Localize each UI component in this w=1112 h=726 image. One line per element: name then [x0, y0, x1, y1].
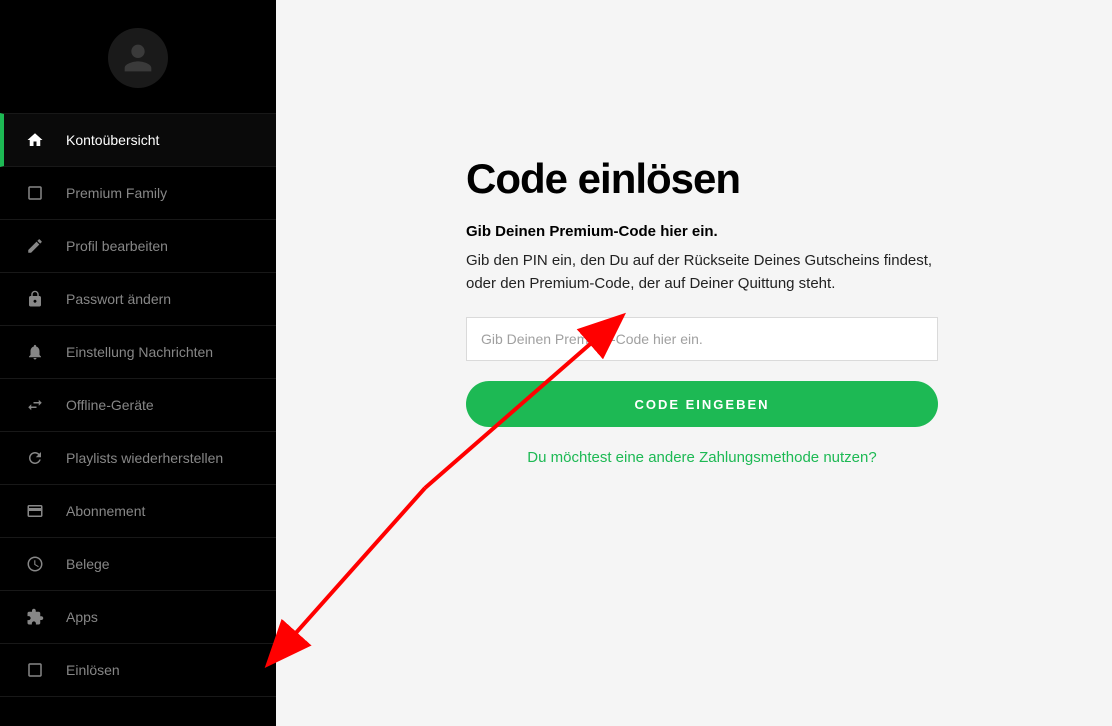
puzzle-icon: [26, 608, 44, 626]
sidebar-item-overview[interactable]: Kontoübersicht: [0, 113, 276, 167]
bell-icon: [26, 343, 44, 361]
offline-icon: [26, 396, 44, 414]
sidebar: Kontoübersicht Premium Family Profil bea…: [0, 0, 276, 726]
sidebar-item-redeem[interactable]: Einlösen: [0, 644, 276, 697]
page-title: Code einlösen: [466, 155, 1032, 203]
sidebar-item-label: Einstellung Nachrichten: [66, 344, 213, 360]
sidebar-item-label: Kontoübersicht: [66, 132, 159, 148]
avatar-section: [0, 0, 276, 113]
main-content: Code einlösen Gib Deinen Premium-Code hi…: [276, 0, 1112, 726]
sidebar-item-notification-settings[interactable]: Einstellung Nachrichten: [0, 326, 276, 379]
clock-icon: [26, 555, 44, 573]
sidebar-item-restore-playlists[interactable]: Playlists wiederherstellen: [0, 432, 276, 485]
alt-payment-link[interactable]: Du möchtest eine andere Zahlungsmethode …: [466, 449, 938, 466]
family-icon: [26, 184, 44, 202]
avatar[interactable]: [108, 28, 168, 88]
sidebar-item-label: Playlists wiederherstellen: [66, 450, 223, 466]
restore-icon: [26, 449, 44, 467]
submit-code-button[interactable]: CODE EINGEBEN: [466, 381, 938, 427]
nav-list: Kontoübersicht Premium Family Profil bea…: [0, 113, 276, 697]
sidebar-item-premium-family[interactable]: Premium Family: [0, 167, 276, 220]
sidebar-item-receipts[interactable]: Belege: [0, 538, 276, 591]
sidebar-item-label: Einlösen: [66, 662, 120, 678]
person-icon: [118, 38, 158, 78]
sidebar-item-label: Offline-Geräte: [66, 397, 154, 413]
sidebar-item-label: Premium Family: [66, 185, 167, 201]
premium-code-input[interactable]: [466, 317, 938, 361]
card-icon: [26, 502, 44, 520]
sidebar-item-label: Passwort ändern: [66, 291, 171, 307]
sidebar-item-edit-profile[interactable]: Profil bearbeiten: [0, 220, 276, 273]
sidebar-item-subscription[interactable]: Abonnement: [0, 485, 276, 538]
sidebar-item-apps[interactable]: Apps: [0, 591, 276, 644]
page-subtitle: Gib Deinen Premium-Code hier ein.: [466, 223, 1032, 240]
pencil-icon: [26, 237, 44, 255]
sidebar-item-change-password[interactable]: Passwort ändern: [0, 273, 276, 326]
home-icon: [26, 131, 44, 149]
sidebar-item-label: Belege: [66, 556, 110, 572]
lock-icon: [26, 290, 44, 308]
sidebar-item-label: Apps: [66, 609, 98, 625]
redeem-icon: [26, 661, 44, 679]
sidebar-item-label: Abonnement: [66, 503, 145, 519]
sidebar-item-offline-devices[interactable]: Offline-Geräte: [0, 379, 276, 432]
page-description: Gib den PIN ein, den Du auf der Rückseit…: [466, 250, 936, 295]
sidebar-item-label: Profil bearbeiten: [66, 238, 168, 254]
